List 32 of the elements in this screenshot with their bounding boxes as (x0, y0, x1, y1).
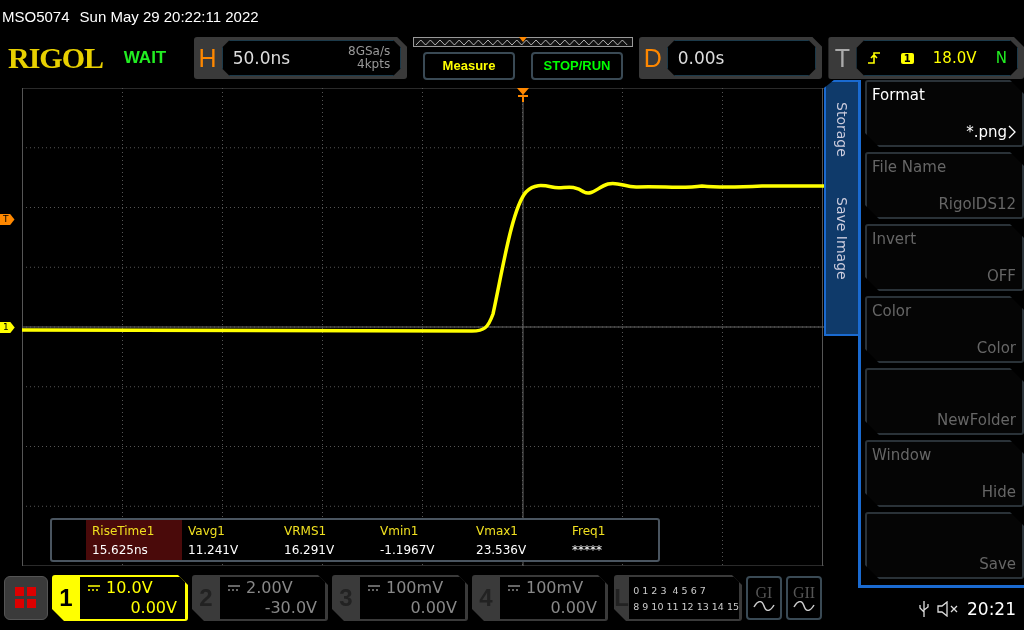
sine-wave-icon (793, 601, 815, 611)
model-name: MSO5074 (2, 7, 70, 25)
brand-logo: RIGOL (8, 41, 105, 75)
horizontal-panel[interactable]: H 50.0ns 8GSa/s 4kpts (193, 37, 408, 79)
rising-edge-icon (867, 51, 882, 65)
channel-button[interactable]: 1 10.0V 0.00V (52, 575, 188, 621)
run-state: WAIT (123, 48, 168, 68)
dc-coupling-icon (508, 585, 520, 591)
measurement-item[interactable]: Vmin1 -1.1967V (374, 520, 470, 560)
trigger-panel[interactable]: T 1 18.0V N (828, 37, 1024, 79)
dc-coupling-icon (368, 585, 380, 591)
trigger-level-marker[interactable]: T (0, 214, 15, 225)
menu-tab[interactable]: Storage Save Image (824, 80, 858, 336)
channel-marker[interactable]: 1 (0, 322, 15, 333)
delay-panel[interactable]: D 0.00s (638, 37, 823, 79)
trigger-position-icon[interactable] (517, 88, 529, 102)
dc-coupling-icon (88, 585, 100, 591)
grid-icon (15, 587, 37, 609)
header-button[interactable]: STOP/RUN (531, 51, 623, 80)
measurement-item[interactable]: Vavg1 11.241V (182, 520, 278, 560)
usb-icon (919, 600, 929, 618)
speaker-muted-icon[interactable] (937, 601, 959, 617)
measurement-item[interactable]: Freq1 ***** (566, 520, 662, 560)
measurement-item[interactable]: Vmax1 23.536V (470, 520, 566, 560)
sine-wave-icon (753, 601, 775, 611)
menu-item[interactable]: Format *.png (865, 80, 1024, 147)
date-time: Sun May 29 20:22:11 2022 (79, 7, 259, 25)
measurement-item[interactable]: VRMS1 16.291V (278, 520, 374, 560)
header-button[interactable]: Measure (423, 51, 515, 80)
dc-coupling-icon (228, 585, 240, 591)
clock-time: 20:21 (967, 599, 1016, 619)
measurement-item[interactable]: RiseTime1 15.625ns (86, 520, 182, 560)
